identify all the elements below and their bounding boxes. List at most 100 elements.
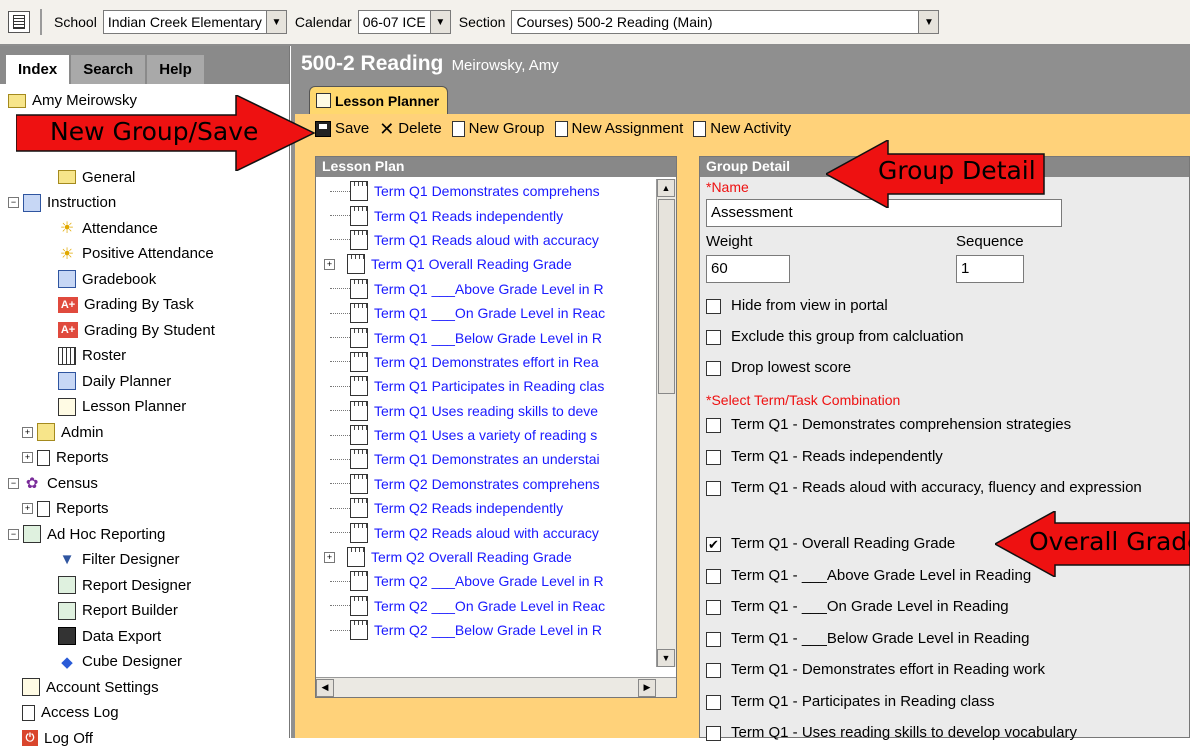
term-task-checkbox[interactable] xyxy=(706,631,721,647)
delete-button[interactable]: ✕ Delete xyxy=(379,120,441,138)
nav-item[interactable]: − Ad Hoc Reporting xyxy=(0,522,289,548)
nav-item-label: Log Off xyxy=(44,729,93,747)
page-header: 500-2 Reading Meirowsky, Amy xyxy=(301,52,559,76)
scroll-left-icon[interactable]: ◀ xyxy=(316,678,334,697)
nav-item[interactable]: ☀ Attendance xyxy=(0,216,289,242)
nav-item[interactable]: Lesson Planner xyxy=(0,394,289,420)
nav-item[interactable]: A+ Grading By Task xyxy=(0,292,289,318)
lesson-plan-item[interactable]: Term Q1 Uses reading skills to deve xyxy=(316,399,658,423)
nav-item[interactable]: Report Builder xyxy=(0,598,289,624)
lesson-plan-item[interactable]: Term Q2 Demonstrates comprehens xyxy=(316,472,658,496)
school-select[interactable]: Indian Creek Elementary ▼ xyxy=(102,10,287,34)
tab-lesson-planner[interactable]: Lesson Planner xyxy=(309,86,449,114)
lesson-plan-item[interactable]: Term Q1 Uses a variety of reading s xyxy=(316,423,658,447)
scroll-down-icon[interactable]: ▼ xyxy=(657,649,675,667)
lesson-plan-item[interactable]: Term Q1 Demonstrates an understai xyxy=(316,447,658,471)
nav-item[interactable]: Daily Planner xyxy=(0,369,289,395)
lesson-plan-item-label: Term Q2 Reads aloud with accuracy xyxy=(374,524,599,541)
lesson-plan-item[interactable]: Term Q2 ___Below Grade Level in R xyxy=(316,618,658,642)
expand-icon[interactable]: + xyxy=(22,452,33,464)
nav-item[interactable]: − ✿ Census xyxy=(0,471,289,497)
calendar-select[interactable]: 06-07 ICE ▼ xyxy=(357,10,451,34)
expand-icon[interactable]: + xyxy=(324,551,335,563)
nav-item-icon xyxy=(58,372,76,391)
callout-overall-grade: Overall Grade xyxy=(995,511,1190,577)
group-option-checkbox[interactable] xyxy=(706,330,721,345)
nav-item[interactable]: A+ Grading By Student xyxy=(0,318,289,344)
nav-item[interactable]: − Instruction xyxy=(0,190,289,216)
scroll-thumb[interactable] xyxy=(658,199,675,394)
menu-toggle-icon[interactable] xyxy=(8,11,30,33)
lesson-plan-item[interactable]: Term Q2 ___Above Grade Level in R xyxy=(316,569,658,593)
term-task-checkbox[interactable] xyxy=(706,449,721,465)
lesson-plan-item[interactable]: Term Q1 Reads aloud with accuracy xyxy=(316,228,658,252)
nav-item[interactable]: ⏻ Log Off xyxy=(0,726,289,752)
scroll-up-icon[interactable]: ▲ xyxy=(657,179,675,197)
tab-help[interactable]: Help xyxy=(147,55,204,84)
lesson-plan-item[interactable]: Term Q1 ___On Grade Level in Reac xyxy=(316,301,658,325)
nav-item[interactable]: + Reports xyxy=(0,445,289,471)
new-assignment-button[interactable]: New Assignment xyxy=(554,120,683,137)
chevron-down-icon[interactable]: ▼ xyxy=(265,11,286,33)
group-option-checkbox[interactable] xyxy=(706,361,721,376)
lesson-plan-item[interactable]: Term Q2 ___On Grade Level in Reac xyxy=(316,594,658,618)
lesson-plan-item[interactable]: + Term Q1 Overall Reading Grade xyxy=(316,252,658,276)
term-task-checkbox[interactable] xyxy=(706,418,721,433)
save-button[interactable]: Save xyxy=(315,120,369,137)
lesson-plan-item[interactable]: + Term Q2 Overall Reading Grade xyxy=(316,545,658,569)
nav-item[interactable]: Report Designer xyxy=(0,573,289,599)
nav-item[interactable]: ☀ Positive Attendance xyxy=(0,241,289,267)
term-task-checkbox[interactable]: ✔ xyxy=(706,537,721,552)
tab-search[interactable]: Search xyxy=(71,55,146,84)
nav-item[interactable]: Roster xyxy=(0,343,289,369)
tab-index[interactable]: Index xyxy=(6,55,70,84)
nav-item[interactable]: Account Settings xyxy=(0,675,289,701)
collapse-icon[interactable]: − xyxy=(8,197,19,209)
lesson-plan-item[interactable]: Term Q1 ___Below Grade Level in R xyxy=(316,325,658,349)
collapse-icon[interactable]: − xyxy=(8,477,19,489)
nav-item[interactable]: ◆ Cube Designer xyxy=(0,649,289,675)
lesson-plan-item[interactable]: Term Q1 Demonstrates comprehens xyxy=(316,179,658,203)
lesson-plan-item[interactable]: Term Q2 Reads independently xyxy=(316,496,658,520)
nav-item[interactable]: + Admin xyxy=(0,420,289,446)
term-task-checkbox[interactable] xyxy=(706,600,721,615)
nav-item-icon xyxy=(37,423,55,442)
group-option-row: Exclude this group from calcluation xyxy=(706,328,1186,359)
chevron-down-icon[interactable]: ▼ xyxy=(429,11,450,33)
section-select[interactable]: Courses) 500-2 Reading (Main) ▼ xyxy=(511,10,940,34)
nav-item-icon: ☀ xyxy=(59,245,75,263)
expand-icon[interactable]: + xyxy=(324,258,335,270)
collapse-icon[interactable]: − xyxy=(8,528,19,540)
lesson-plan-item[interactable]: Term Q1 Reads independently xyxy=(316,203,658,227)
expand-icon[interactable]: + xyxy=(22,426,33,438)
sequence-input[interactable]: 1 xyxy=(956,255,1024,283)
term-task-checkbox[interactable] xyxy=(706,481,721,496)
vertical-scrollbar[interactable]: ▲ ▼ xyxy=(656,179,676,667)
nav-item[interactable]: + Reports xyxy=(0,496,289,522)
term-task-label: Term Q1 - Participates in Reading class xyxy=(731,692,995,710)
new-group-button[interactable]: New Group xyxy=(451,120,545,137)
nav-item[interactable]: ▼ Filter Designer xyxy=(0,547,289,573)
horizontal-scrollbar[interactable]: ◀ ▶ xyxy=(316,677,676,697)
weight-input[interactable]: 60 xyxy=(706,255,790,283)
task-document-icon xyxy=(350,181,368,202)
chevron-down-icon[interactable]: ▼ xyxy=(918,11,939,33)
lesson-plan-item[interactable]: Term Q1 Participates in Reading clas xyxy=(316,374,658,398)
tree-connector xyxy=(330,215,350,217)
scroll-right-icon[interactable]: ▶ xyxy=(638,678,656,697)
nav-item[interactable]: Access Log xyxy=(0,700,289,726)
expand-icon[interactable]: + xyxy=(22,503,33,515)
term-task-row: Term Q1 - Demonstrates comprehension str… xyxy=(706,416,1186,448)
lesson-plan-item[interactable]: Term Q1 ___Above Grade Level in R xyxy=(316,277,658,301)
callout-new-group-save: New Group/Save xyxy=(16,95,316,171)
term-task-checkbox[interactable] xyxy=(706,694,721,710)
term-task-checkbox[interactable] xyxy=(706,726,721,741)
term-task-checkbox[interactable] xyxy=(706,663,721,678)
new-activity-button[interactable]: New Activity xyxy=(693,120,791,137)
lesson-plan-item[interactable]: Term Q2 Reads aloud with accuracy xyxy=(316,520,658,544)
nav-item[interactable]: Data Export xyxy=(0,624,289,650)
nav-item[interactable]: Gradebook xyxy=(0,267,289,293)
lesson-plan-item[interactable]: Term Q1 Demonstrates effort in Rea xyxy=(316,350,658,374)
term-task-checkbox[interactable] xyxy=(706,568,721,584)
group-option-checkbox[interactable] xyxy=(706,299,721,314)
